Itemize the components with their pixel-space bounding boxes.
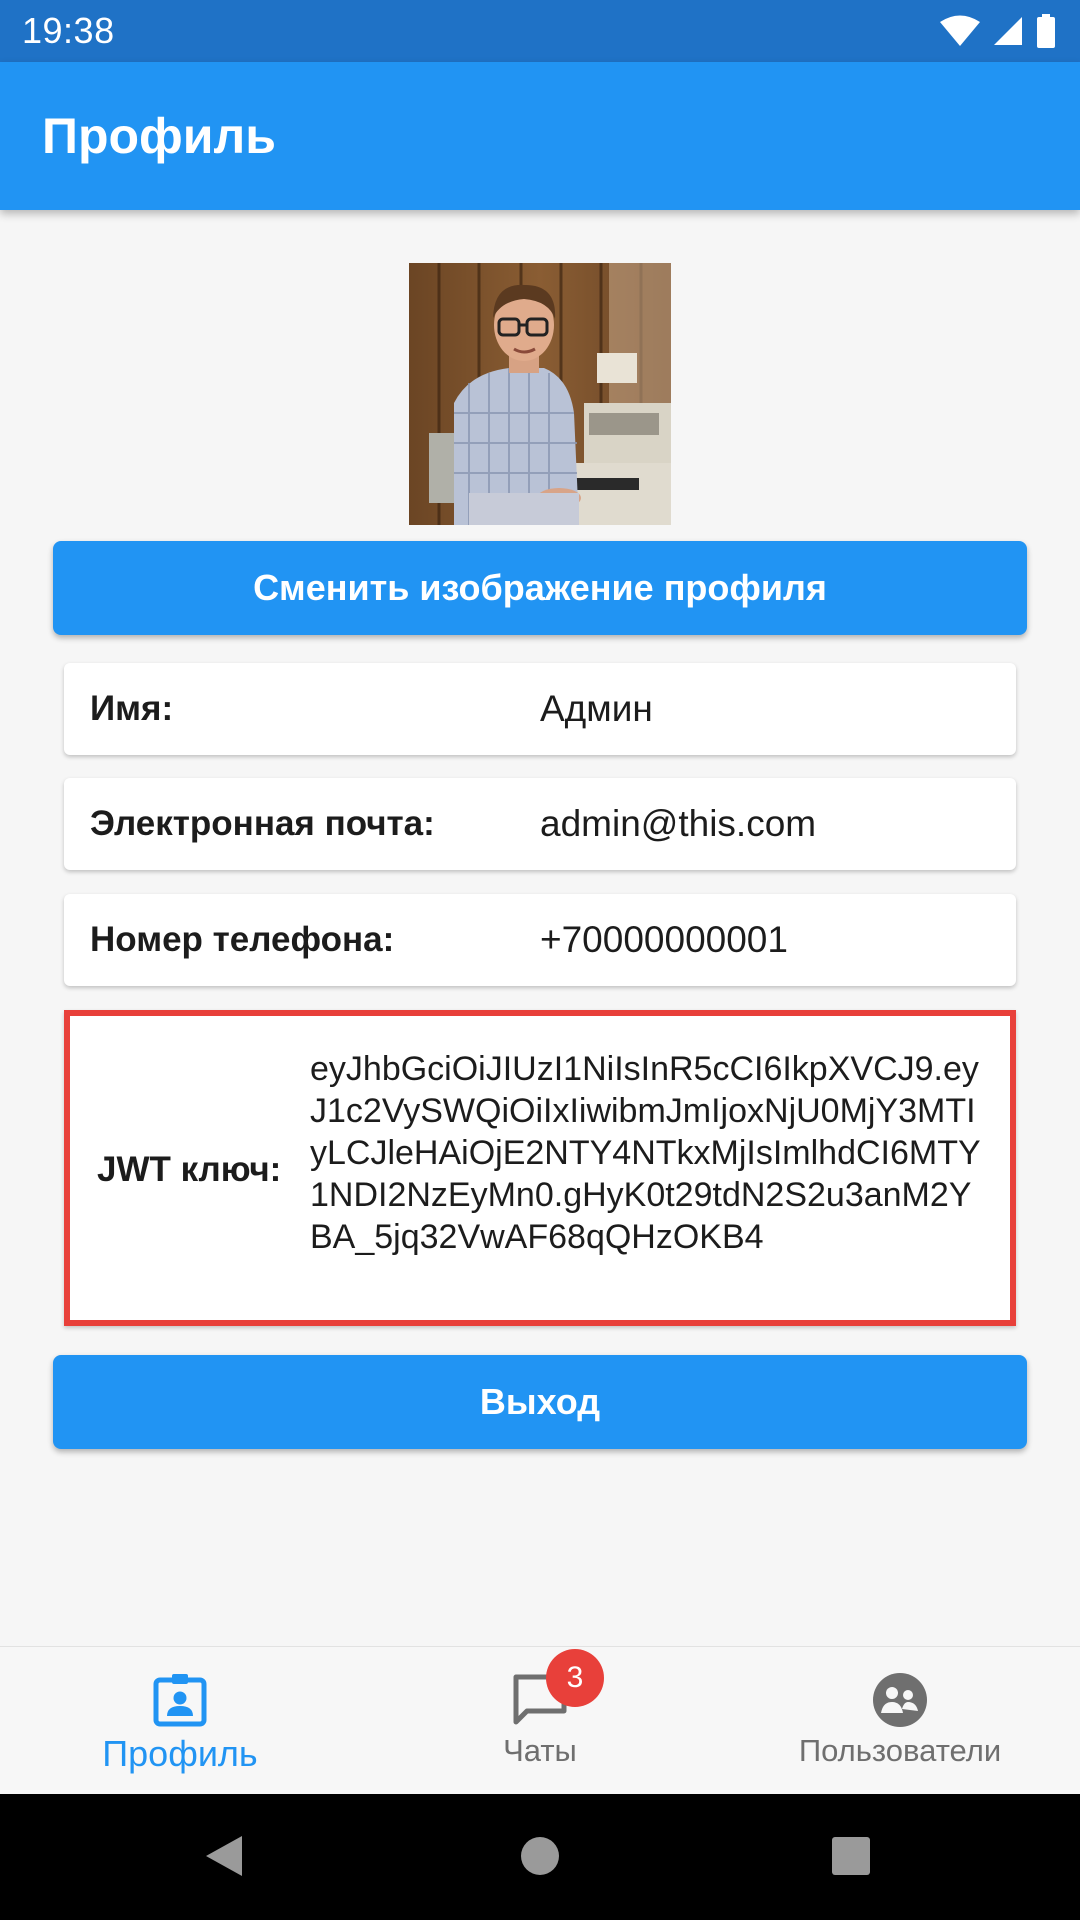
nav-label-users: Пользователи <box>798 1733 1002 1768</box>
phone-card: Номер телефона: +70000000001 <box>64 894 1016 986</box>
recent-apps-icon[interactable] <box>830 1834 872 1883</box>
profile-badge-icon <box>151 1671 209 1729</box>
profile-avatar <box>409 263 671 525</box>
nav-label-profile: Профиль <box>102 1733 258 1774</box>
jwt-value: eyJhbGciOiJIUzI1NiIsInR5cCI6IkpXVCJ9.eyJ… <box>310 1050 981 1256</box>
nav-item-chats[interactable]: 3 Чаты <box>440 1647 640 1795</box>
app-bar: Профиль <box>0 62 1080 210</box>
phone-label: Номер телефона: <box>90 920 395 959</box>
name-card: Имя: Админ <box>64 663 1016 755</box>
email-value: admin@this.com <box>540 803 817 844</box>
status-bar: 19:38 <box>0 0 1080 62</box>
users-group-icon <box>871 1671 929 1729</box>
name-label: Имя: <box>90 689 174 728</box>
nav-item-profile[interactable]: Профиль <box>80 1647 280 1795</box>
bottom-navigation: Профиль 3 Чаты Пользователи <box>0 1646 1080 1794</box>
unread-badge: 3 <box>546 1649 604 1707</box>
phone-value: +70000000001 <box>540 919 788 960</box>
page-title: Профиль <box>42 108 277 164</box>
home-icon[interactable] <box>519 1834 561 1883</box>
system-navigation-bar <box>0 1794 1080 1920</box>
jwt-card: JWT ключ: eyJhbGciOiJIUzI1NiIsInR5cCI6Ik… <box>64 1010 1016 1326</box>
name-value: Админ <box>540 688 653 729</box>
wifi-icon <box>940 15 980 47</box>
change-profile-image-button[interactable]: Сменить изображение профиля <box>53 541 1027 635</box>
email-label: Электронная почта: <box>90 804 435 843</box>
status-icons <box>940 14 1056 48</box>
jwt-label: JWT ключ: <box>97 1150 282 1189</box>
nav-item-users[interactable]: Пользователи <box>770 1647 1030 1795</box>
signal-icon <box>992 15 1024 47</box>
logout-button[interactable]: Выход <box>53 1355 1027 1449</box>
back-icon[interactable] <box>204 1834 244 1883</box>
email-card: Электронная почта: admin@this.com <box>64 778 1016 870</box>
status-time: 19:38 <box>22 10 115 51</box>
nav-label-chats: Чаты <box>503 1733 577 1768</box>
battery-icon <box>1036 14 1056 48</box>
